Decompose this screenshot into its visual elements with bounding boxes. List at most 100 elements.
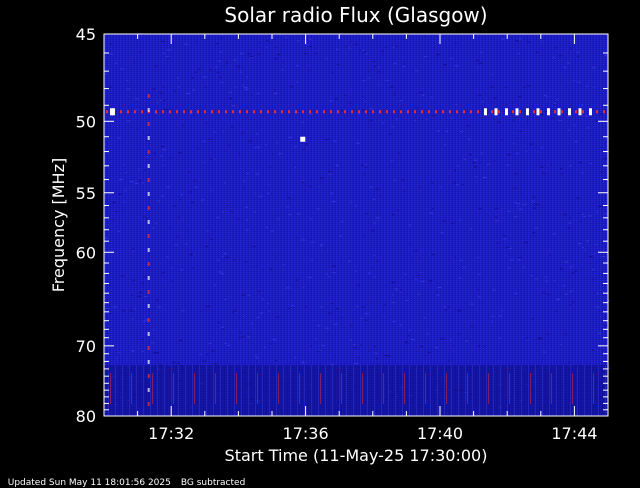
- noise-speck: [311, 241, 315, 243]
- band-rfi-stripe: [236, 373, 237, 404]
- noise-speck: [503, 235, 507, 237]
- noise-speck: [321, 345, 325, 347]
- noise-speck: [573, 124, 576, 126]
- noise-speck: [275, 58, 278, 60]
- noise-speck: [153, 152, 156, 154]
- noise-speck: [143, 296, 147, 297]
- band-stripe: [234, 365, 235, 416]
- noise-speck: [507, 267, 511, 269]
- band-rfi-stripe: [446, 373, 447, 404]
- noise-speck: [230, 210, 234, 212]
- noise-speck: [340, 317, 343, 319]
- vertical-streak: [147, 360, 150, 364]
- noise-speck: [562, 285, 565, 287]
- noise-speck: [232, 311, 235, 313]
- noise-speck: [469, 154, 472, 156]
- noise-speck: [392, 46, 396, 48]
- rfi-dash: [421, 110, 423, 114]
- noise-speck: [383, 355, 388, 356]
- noise-speck: [245, 261, 248, 263]
- noise-speck: [202, 162, 205, 163]
- rfi-dash: [190, 110, 192, 114]
- noise-speck: [335, 164, 339, 166]
- noise-speck: [272, 338, 277, 340]
- noise-speck: [478, 273, 482, 275]
- noise-speck: [270, 166, 272, 168]
- noise-speck: [243, 187, 245, 189]
- rfi-dash: [477, 110, 479, 114]
- band-stripe: [423, 365, 424, 416]
- band-stripe: [444, 365, 445, 416]
- noise-speck: [146, 156, 149, 158]
- noise-speck: [353, 344, 356, 345]
- noise-speck: [393, 94, 396, 96]
- noise-speck: [249, 140, 252, 142]
- noise-speck: [549, 254, 551, 256]
- noise-speck: [554, 47, 557, 49]
- noise-speck: [579, 162, 582, 163]
- noise-speck: [356, 142, 360, 144]
- vertical-streak: [147, 276, 150, 280]
- noise-speck: [454, 42, 457, 44]
- band-stripe: [206, 365, 207, 416]
- band-stripe: [563, 365, 564, 416]
- rfi-dash: [470, 110, 472, 114]
- noise-speck: [391, 281, 395, 283]
- noise-speck: [530, 275, 533, 277]
- noise-speck: [367, 77, 370, 79]
- noise-speck: [105, 73, 108, 75]
- noise-speck: [600, 171, 603, 173]
- noise-speck: [359, 317, 363, 319]
- noise-speck: [293, 146, 298, 148]
- noise-speck: [162, 272, 165, 274]
- noise-speck: [274, 214, 276, 216]
- noise-speck: [296, 65, 299, 67]
- rfi-dash: [134, 110, 136, 114]
- rfi-dash: [197, 110, 199, 114]
- noise-speck: [585, 115, 589, 117]
- noise-speck: [514, 202, 518, 204]
- noise-speck: [432, 207, 434, 209]
- noise-speck: [217, 60, 222, 62]
- noise-speck: [453, 182, 456, 184]
- noise-speck: [545, 111, 547, 112]
- noise-speck: [199, 353, 203, 355]
- noise-speck: [318, 186, 320, 187]
- noise-speck: [109, 53, 114, 55]
- noise-speck: [526, 85, 531, 87]
- rfi-dash: [267, 110, 269, 114]
- noise-speck: [106, 307, 110, 309]
- noise-speck: [215, 66, 218, 68]
- noise-speck: [428, 280, 433, 282]
- vertical-streak: [147, 178, 150, 182]
- noise-speck: [218, 76, 222, 78]
- noise-speck: [600, 113, 603, 115]
- rfi-hot-dash: [526, 108, 529, 116]
- noise-speck: [400, 109, 402, 111]
- noise-speck: [582, 247, 584, 248]
- noise-speck: [358, 113, 361, 115]
- noise-speck: [288, 307, 290, 309]
- vertical-streak: [147, 374, 150, 378]
- noise-speck: [305, 306, 308, 308]
- noise-speck: [130, 181, 135, 183]
- noise-speck: [605, 213, 607, 215]
- band-stripe: [458, 365, 459, 416]
- noise-speck: [417, 107, 419, 109]
- noise-speck: [443, 64, 447, 65]
- noise-speck: [190, 202, 194, 204]
- noise-speck: [162, 149, 167, 151]
- noise-speck: [123, 164, 125, 166]
- noise-speck: [160, 195, 165, 197]
- noise-speck: [259, 196, 263, 197]
- noise-speck: [364, 213, 369, 215]
- band-stripe: [521, 365, 522, 416]
- noise-speck: [532, 196, 536, 198]
- band-stripe: [276, 365, 277, 416]
- vertical-streak: [147, 248, 150, 252]
- noise-speck: [270, 193, 272, 195]
- noise-speck: [536, 151, 539, 153]
- noise-speck: [214, 363, 218, 365]
- band-stripe: [437, 365, 438, 416]
- noise-speck: [355, 271, 357, 273]
